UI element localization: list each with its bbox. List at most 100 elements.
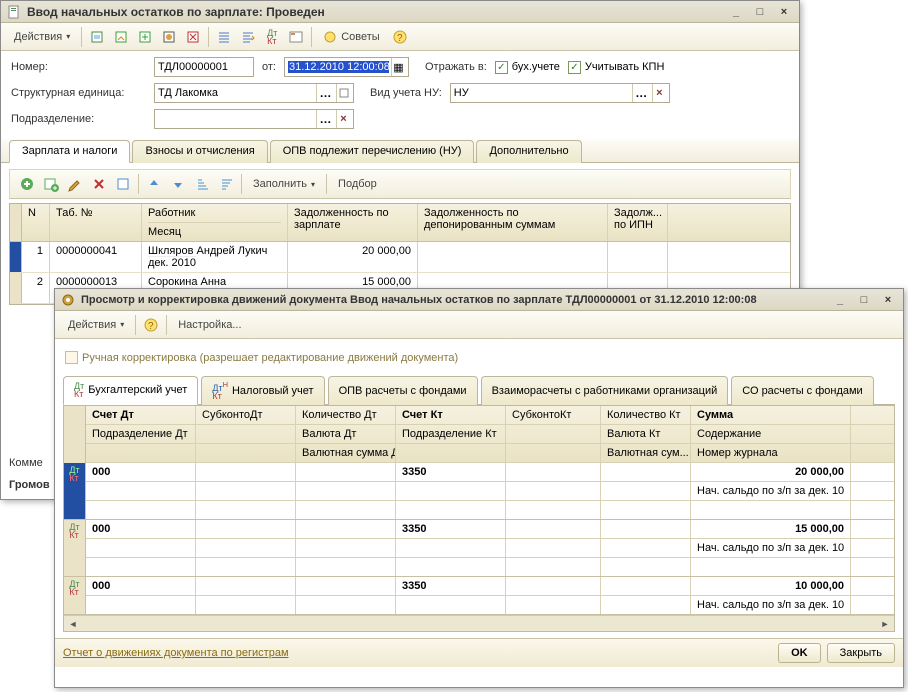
- ellipsis-icon-3[interactable]: …: [316, 110, 334, 128]
- col-qty-dt[interactable]: Количество Дт: [296, 406, 396, 424]
- toolbar-icon-3[interactable]: [134, 26, 156, 48]
- grid-row[interactable]: 1 0000000041 Шкляров Андрей Лукич дек. 2…: [10, 242, 790, 273]
- col-subk-dt[interactable]: СубконтоДт: [196, 406, 296, 424]
- help-button[interactable]: ?: [389, 26, 411, 48]
- structural-input[interactable]: ТД Лакомка …: [154, 83, 354, 103]
- grid-select-button[interactable]: Подбор: [331, 173, 384, 195]
- grid-delete-icon[interactable]: [88, 173, 110, 195]
- w2-settings-button[interactable]: Настройка...: [171, 314, 248, 336]
- col-content[interactable]: Содержание: [691, 425, 851, 443]
- tab-contrib[interactable]: Взносы и отчисления: [132, 140, 267, 163]
- col-debt-ipn[interactable]: Задолж... по ИПН: [608, 204, 668, 241]
- toolbar-icon-form[interactable]: [285, 26, 307, 48]
- tab-salary[interactable]: Зарплата и налоги: [9, 140, 130, 163]
- col-worker[interactable]: Работник Месяц: [142, 204, 288, 241]
- w2-tab-calc[interactable]: Взаиморасчеты с работниками организаций: [481, 376, 729, 405]
- ok-button[interactable]: OK: [778, 643, 821, 663]
- ellipsis-icon-2[interactable]: …: [632, 84, 650, 102]
- col-sum[interactable]: Сумма: [691, 406, 851, 424]
- tab-additional[interactable]: Дополнительно: [476, 140, 581, 163]
- cell-salary: 20 000,00: [288, 242, 418, 272]
- window2-title: Просмотр и корректировка движений докуме…: [81, 294, 825, 306]
- grid-add-icon[interactable]: [16, 173, 38, 195]
- col-val-kt[interactable]: Валюта Кт: [601, 425, 691, 443]
- col-tab[interactable]: Таб. №: [50, 204, 142, 241]
- close-label: Закрыть: [840, 647, 882, 659]
- tips-button[interactable]: Советы: [316, 26, 386, 48]
- w2-grid-row[interactable]: ДтКт 000 3350 20 000,00: [64, 463, 894, 520]
- report-link[interactable]: Отчет о движениях документа по регистрам: [63, 647, 289, 659]
- w2-tab-bu-label: Бухгалтерский учет: [88, 384, 187, 396]
- col-journal[interactable]: Номер журнала: [691, 444, 851, 462]
- w2-close-button[interactable]: ×: [879, 292, 897, 308]
- w2-grid-row[interactable]: ДтКт 000 3350 10 000,00: [64, 577, 894, 615]
- w2-tab-opv[interactable]: ОПВ расчеты с фондами: [328, 376, 478, 405]
- grid-fill-button[interactable]: Заполнить ▾: [246, 173, 322, 195]
- col-valsum-dt[interactable]: Валютная сумма Дт: [296, 444, 396, 462]
- col-schet-dt[interactable]: Счет Дт: [86, 406, 196, 424]
- w2-help-button[interactable]: ?: [140, 314, 162, 336]
- dropdown-icon[interactable]: [336, 84, 350, 102]
- date-input[interactable]: 31.12.2010 12:00:08 ▦: [284, 57, 409, 77]
- col-qty-kt[interactable]: Количество Кт: [601, 406, 691, 424]
- toolbar-icon-list2[interactable]: [237, 26, 259, 48]
- cell-kt: 3350: [396, 520, 506, 538]
- cell-sum: 10 000,00: [691, 577, 851, 595]
- w2-grid-row[interactable]: ДтКт 000 3350 15 000,00: [64, 520, 894, 577]
- bu-checkbox[interactable]: ✓бух.учете: [495, 61, 560, 74]
- col-podr-dt[interactable]: Подразделение Дт: [86, 425, 196, 443]
- scroll-right-icon[interactable]: ►: [878, 618, 892, 630]
- toolbar-icon-4[interactable]: [158, 26, 180, 48]
- grid-sortasc-icon[interactable]: [191, 173, 213, 195]
- cell-n: 2: [22, 273, 50, 303]
- bu-cb-label: бух.учете: [512, 61, 560, 73]
- w2-actions-menu[interactable]: Действия ▾: [61, 314, 131, 336]
- manual-edit-checkbox[interactable]: Ручная корректировка (разрешает редактир…: [65, 351, 458, 364]
- minimize-button[interactable]: _: [727, 4, 745, 20]
- close-button-footer[interactable]: Закрыть: [827, 643, 895, 663]
- w2-tab-so[interactable]: СО расчеты с фондами: [731, 376, 873, 405]
- nu-type-input[interactable]: НУ … ×: [450, 83, 670, 103]
- col-subk-kt[interactable]: СубконтоКт: [506, 406, 601, 424]
- structural-label: Структурная единица:: [11, 87, 146, 99]
- toolbar-icon-list1[interactable]: [213, 26, 235, 48]
- col-valsum-kt[interactable]: Валютная сум...: [601, 444, 691, 462]
- col-schet-kt[interactable]: Счет Кт: [396, 406, 506, 424]
- grid-down-icon[interactable]: [167, 173, 189, 195]
- clear-icon-2[interactable]: ×: [336, 110, 350, 128]
- toolbar-icon-5[interactable]: [182, 26, 204, 48]
- maximize-button[interactable]: □: [751, 4, 769, 20]
- grid-edit-icon[interactable]: [64, 173, 86, 195]
- clear-icon[interactable]: ×: [652, 84, 666, 102]
- grid-refresh-icon[interactable]: [112, 173, 134, 195]
- scroll-left-icon[interactable]: ◄: [66, 618, 80, 630]
- w2-tab-nu[interactable]: ДтНКтНалоговый учет: [201, 376, 324, 405]
- w2-maximize-button[interactable]: □: [855, 292, 873, 308]
- w2-tab-so-label: СО расчеты с фондами: [742, 385, 862, 397]
- tab-opv[interactable]: ОПВ подлежит перечислению (НУ): [270, 140, 475, 163]
- w2-minimize-button[interactable]: _: [831, 292, 849, 308]
- toolbar-dtkt-icon[interactable]: ДтКт: [261, 26, 283, 48]
- cell-month: дек. 2010: [148, 256, 196, 269]
- grid-addrow-icon[interactable]: [40, 173, 62, 195]
- w2-tab-bu[interactable]: ДтКтБухгалтерский учет: [63, 376, 198, 405]
- col-n[interactable]: N: [22, 204, 50, 241]
- subdiv-input[interactable]: … ×: [154, 109, 354, 129]
- nu-type-value: НУ: [454, 87, 630, 99]
- ellipsis-icon[interactable]: …: [316, 84, 334, 102]
- col-debt-salary[interactable]: Задолженность по зарплате: [288, 204, 418, 241]
- col-podr-kt[interactable]: Подразделение Кт: [396, 425, 506, 443]
- date-dropdown-icon[interactable]: ▦: [391, 58, 405, 76]
- grid-sortdesc-icon[interactable]: [215, 173, 237, 195]
- kpn-checkbox[interactable]: ✓Учитывать КПН: [568, 61, 665, 74]
- actions-menu[interactable]: Действия ▾: [7, 26, 77, 48]
- toolbar-icon-1[interactable]: [86, 26, 108, 48]
- date-value: 31.12.2010 12:00:08: [288, 61, 389, 73]
- col-val-dt[interactable]: Валюта Дт: [296, 425, 396, 443]
- w2-hscrollbar[interactable]: ◄ ►: [64, 615, 894, 631]
- number-input[interactable]: ТДЛ00000001: [154, 57, 254, 77]
- col-debt-depo[interactable]: Задолженность по депонированным суммам: [418, 204, 608, 241]
- close-button[interactable]: ×: [775, 4, 793, 20]
- grid-up-icon[interactable]: [143, 173, 165, 195]
- toolbar-icon-2[interactable]: [110, 26, 132, 48]
